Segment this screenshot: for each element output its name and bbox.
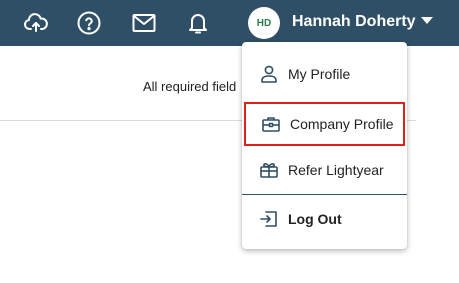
avatar[interactable]: HD <box>248 7 280 39</box>
menu-item-label: My Profile <box>288 66 351 82</box>
chevron-down-icon[interactable] <box>421 17 433 24</box>
menu-divider <box>242 194 407 195</box>
mail-icon[interactable] <box>130 9 158 37</box>
bell-icon[interactable] <box>184 9 212 37</box>
menu-item-label: Company Profile <box>290 116 394 132</box>
gift-icon <box>259 160 279 180</box>
menu-item-my-profile[interactable]: My Profile <box>242 52 407 96</box>
top-navigation-bar: HD Hannah Doherty <box>0 0 459 46</box>
logout-icon <box>259 209 279 229</box>
user-icon <box>259 64 279 84</box>
menu-item-label: Log Out <box>288 211 342 227</box>
briefcase-icon <box>261 114 281 134</box>
menu-item-label: Refer Lightyear <box>288 162 384 178</box>
help-icon[interactable] <box>75 9 103 37</box>
menu-item-company-profile[interactable]: Company Profile <box>244 102 405 146</box>
cloud-upload-icon[interactable] <box>22 9 50 37</box>
user-name[interactable]: Hannah Doherty <box>292 13 416 31</box>
menu-item-refer-lightyear[interactable]: Refer Lightyear <box>242 148 407 192</box>
required-fields-note: All required field <box>143 79 237 94</box>
menu-item-log-out[interactable]: Log Out <box>242 197 407 241</box>
user-menu-dropdown: My Profile Company Profile Refer Lightye… <box>242 42 407 249</box>
